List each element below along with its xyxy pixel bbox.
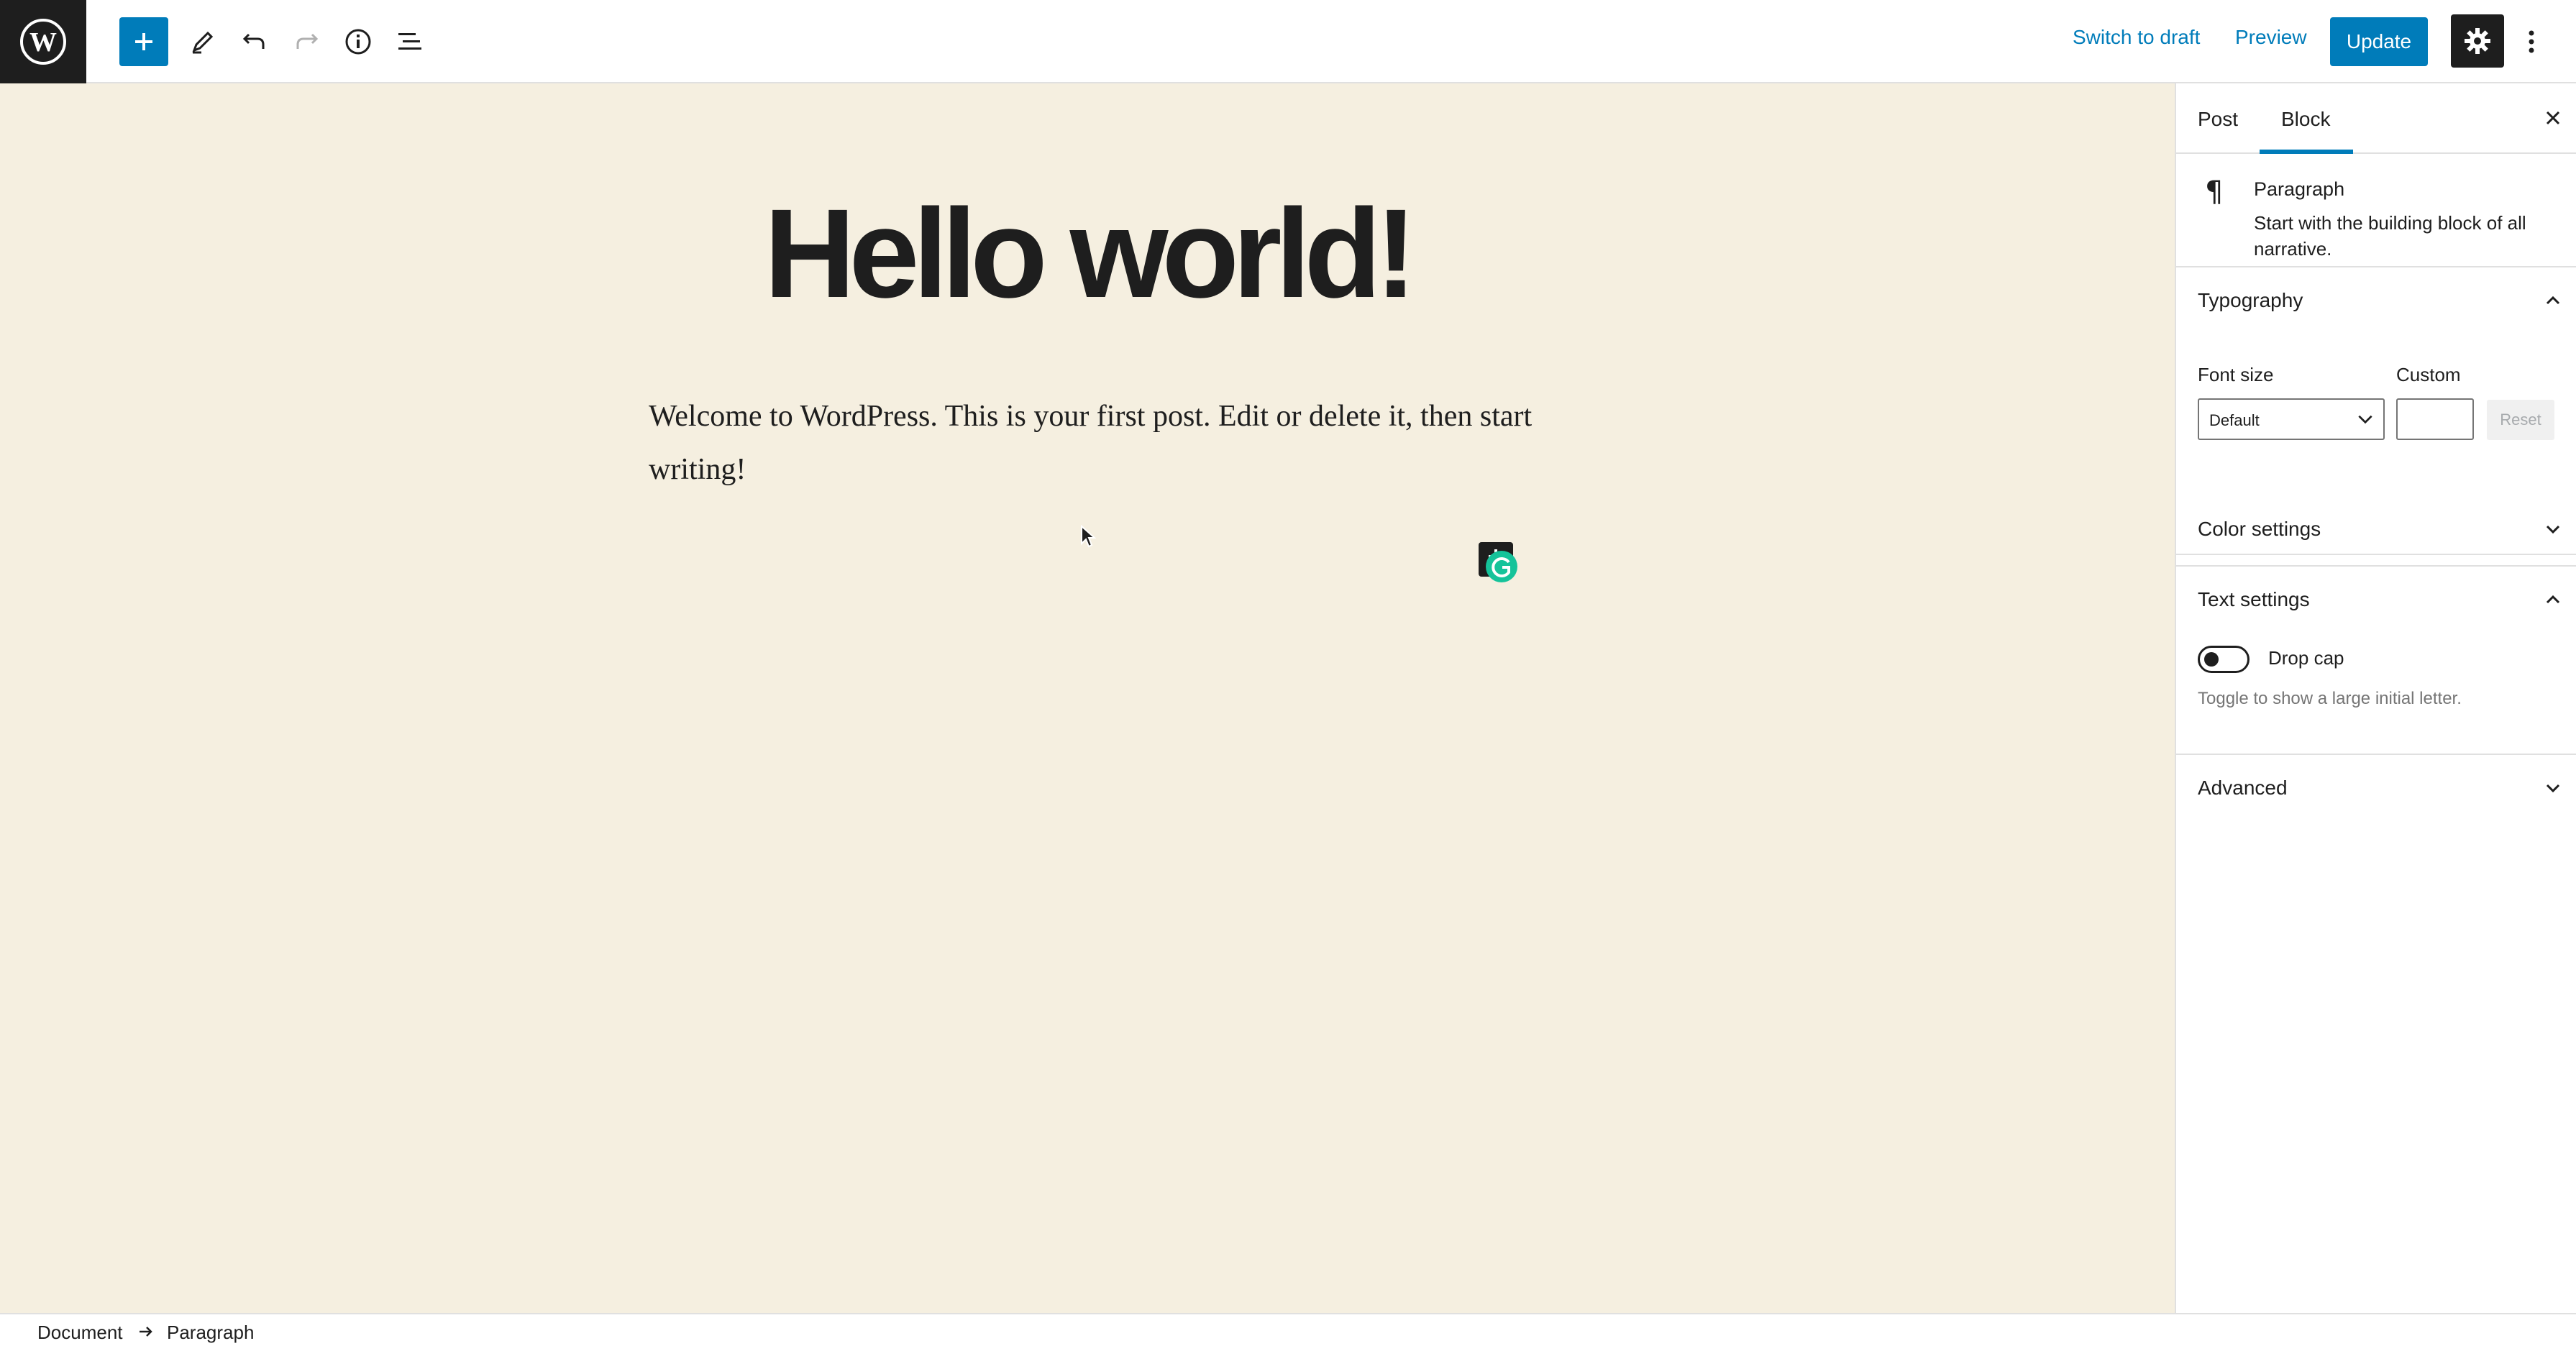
editor-header: W Switch to draft Preview Update bbox=[0, 0, 2576, 83]
custom-font-size-input[interactable] bbox=[2396, 398, 2474, 440]
redo-icon bbox=[296, 33, 319, 49]
chevron-up-icon bbox=[2546, 296, 2560, 305]
add-block-button[interactable] bbox=[119, 17, 168, 66]
drop-cap-toggle[interactable] bbox=[2198, 646, 2250, 673]
block-card: ¶ Paragraph Start with the building bloc… bbox=[2176, 154, 2576, 267]
tab-post[interactable]: Post bbox=[2198, 108, 2238, 131]
preview-link[interactable]: Preview bbox=[2235, 26, 2307, 49]
close-sidebar-button[interactable] bbox=[2539, 104, 2567, 132]
chevron-up-icon bbox=[2546, 595, 2560, 604]
undo-button[interactable] bbox=[230, 17, 279, 66]
mouse-cursor-icon bbox=[1081, 525, 1096, 548]
undo-icon bbox=[242, 33, 265, 49]
reset-font-size-button[interactable]: Reset bbox=[2487, 400, 2554, 440]
chevron-down-icon bbox=[2546, 525, 2560, 534]
advanced-title[interactable]: Advanced bbox=[2198, 777, 2288, 800]
typography-panel-toggle[interactable]: Typography bbox=[2198, 289, 2303, 312]
wordpress-icon: W bbox=[20, 19, 66, 65]
text-settings-collapse-button[interactable] bbox=[2539, 585, 2567, 614]
color-settings-expand-button[interactable] bbox=[2539, 515, 2567, 544]
chevron-down-icon bbox=[2546, 784, 2560, 793]
grammarly-widget[interactable] bbox=[1479, 542, 1522, 585]
update-button[interactable]: Update bbox=[2330, 17, 2428, 66]
custom-size-label: Custom bbox=[2396, 364, 2461, 385]
block-description: Start with the building block of all nar… bbox=[2254, 212, 2526, 260]
paragraph-icon: ¶ bbox=[2205, 175, 2224, 209]
more-vertical-icon bbox=[2529, 30, 2534, 53]
arrow-right-icon bbox=[140, 1327, 152, 1337]
wordpress-logo-button[interactable]: W bbox=[0, 0, 86, 83]
plus-icon bbox=[135, 33, 152, 50]
color-settings-title[interactable]: Color settings bbox=[2198, 518, 2321, 541]
post-title[interactable]: Hello world! bbox=[0, 181, 2175, 326]
drop-cap-label: Drop cap bbox=[2268, 647, 2344, 669]
chevron-down-icon bbox=[2358, 415, 2372, 424]
info-icon bbox=[345, 29, 371, 55]
options-menu-button[interactable] bbox=[2517, 17, 2546, 66]
color-settings-panel[interactable]: Color settings bbox=[2176, 496, 2576, 567]
redo-button[interactable] bbox=[282, 17, 331, 66]
font-size-select[interactable]: Default bbox=[2198, 398, 2385, 440]
tab-block[interactable]: Block bbox=[2281, 108, 2330, 131]
breadcrumb-paragraph[interactable]: Paragraph bbox=[167, 1322, 254, 1344]
typography-collapse-button[interactable] bbox=[2539, 286, 2567, 315]
list-view-icon bbox=[398, 33, 421, 50]
editor-canvas[interactable]: Hello world! Welcome to WordPress. This … bbox=[0, 83, 2175, 1313]
details-button[interactable] bbox=[334, 17, 383, 66]
list-view-button[interactable] bbox=[385, 17, 434, 66]
settings-button[interactable] bbox=[2451, 14, 2504, 68]
paragraph-block[interactable]: Welcome to WordPress. This is your first… bbox=[649, 390, 1540, 496]
sidebar-tabs: Post Block bbox=[2176, 83, 2576, 154]
breadcrumb-document[interactable]: Document bbox=[37, 1322, 123, 1344]
font-size-label: Font size bbox=[2198, 364, 2274, 385]
gear-icon bbox=[2465, 28, 2490, 54]
advanced-panel[interactable]: Advanced bbox=[2176, 755, 2576, 825]
switch-to-draft-link[interactable]: Switch to draft bbox=[2073, 26, 2200, 49]
grammarly-icon bbox=[1479, 542, 1517, 582]
block-name: Paragraph bbox=[2254, 178, 2345, 200]
text-settings-title[interactable]: Text settings bbox=[2198, 588, 2310, 611]
pencil-icon bbox=[192, 31, 214, 54]
svg-text:W: W bbox=[29, 27, 57, 58]
settings-sidebar: Post Block ¶ Paragraph Start with the bu… bbox=[2175, 83, 2576, 1313]
tools-button[interactable] bbox=[178, 17, 227, 66]
font-size-value: Default bbox=[2209, 411, 2260, 429]
toggle-knob bbox=[2204, 652, 2219, 667]
close-icon bbox=[2546, 111, 2560, 125]
advanced-expand-button[interactable] bbox=[2539, 774, 2567, 802]
drop-cap-help: Toggle to show a large initial letter. bbox=[2198, 689, 2462, 708]
block-breadcrumb: Document Paragraph bbox=[0, 1313, 2576, 1346]
